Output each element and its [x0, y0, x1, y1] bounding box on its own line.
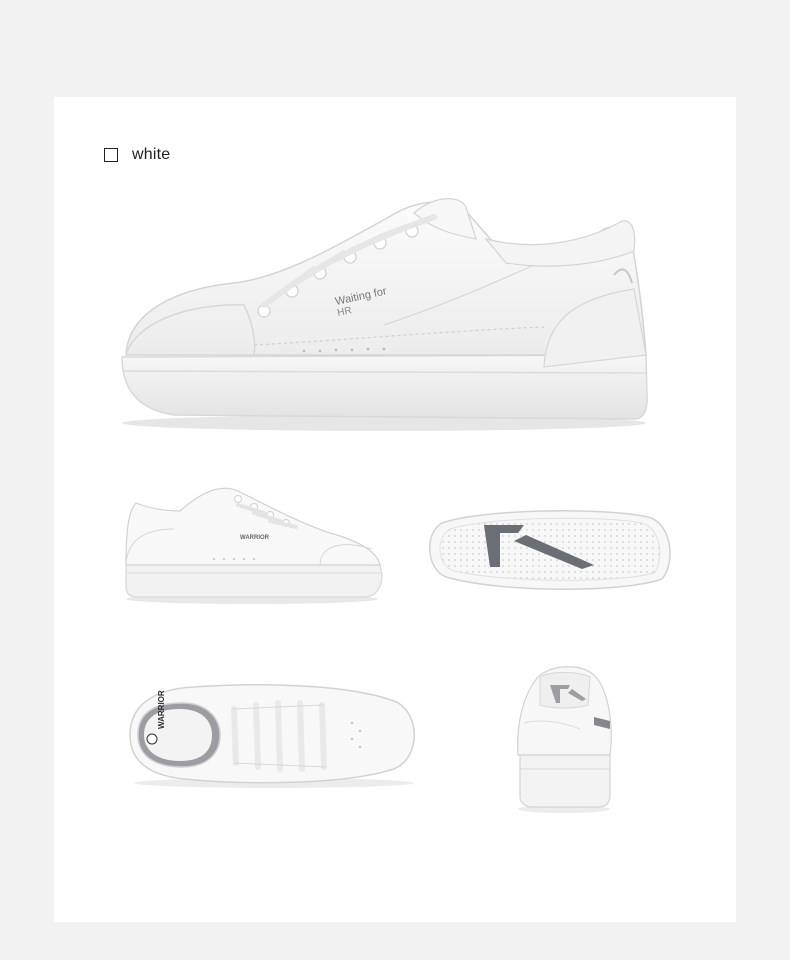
side-view-shoe-image: WARRIOR — [125, 487, 383, 604]
checkbox-icon[interactable] — [104, 148, 118, 162]
color-option-label: white — [132, 146, 171, 163]
side-shoe-brand: WARRIOR — [240, 535, 270, 541]
product-card: white Waiting for HR WARRIOR WARRIOR — [54, 97, 736, 922]
hero-shoe-image: Waiting for HR — [121, 198, 648, 431]
outsole-shoe-image — [428, 510, 671, 591]
color-option-white[interactable]: white — [104, 143, 170, 167]
insole-brand: WARRIOR — [157, 690, 166, 729]
top-view-shoe-image: WARRIOR — [129, 684, 415, 788]
rear-view-shoe-image — [517, 666, 612, 813]
